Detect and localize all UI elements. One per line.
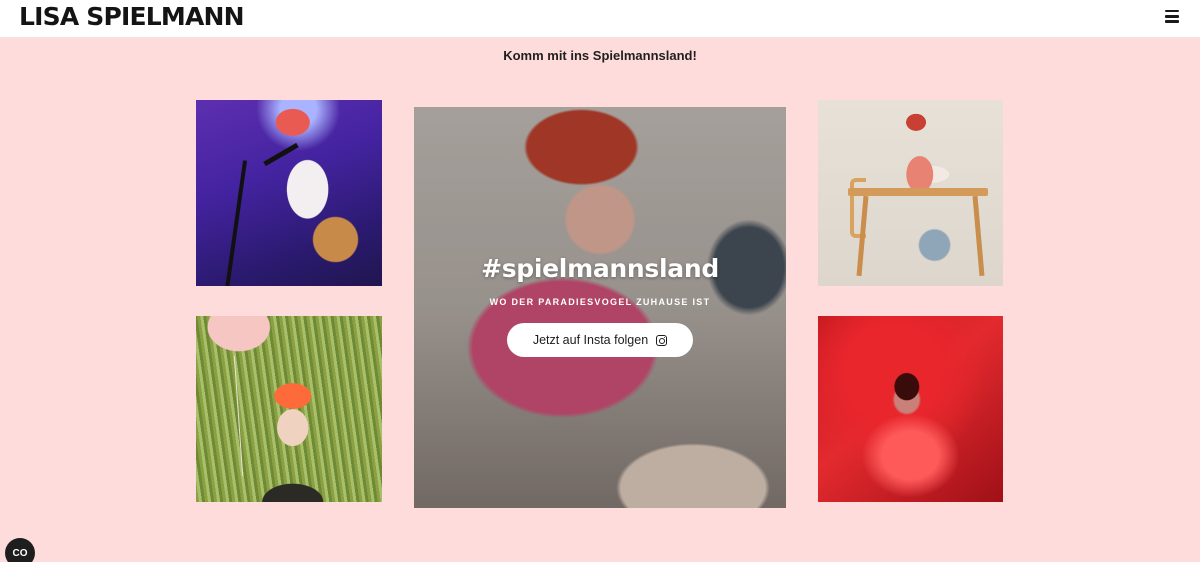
instagram-icon (656, 334, 668, 346)
follow-instagram-label: Jetzt auf Insta folgen (532, 333, 649, 347)
mic-stand (224, 160, 248, 286)
cookie-consent-button[interactable]: CO (5, 538, 35, 562)
cookie-consent-label: CO (12, 548, 28, 559)
hamburger-menu-icon[interactable] (1165, 10, 1181, 24)
menu-bar (1165, 15, 1179, 18)
table-top (848, 188, 988, 196)
site-logo[interactable]: LISA SPIELMANN (19, 2, 245, 32)
page-tagline: Komm mit ins Spielmannsland! (503, 48, 697, 63)
photo-balloon-in-grass (196, 316, 382, 502)
photo-feature-drawing (414, 107, 786, 508)
feature-subtitle: WO DER PARADIESVOGEL ZUHAUSE IST (489, 297, 711, 307)
menu-bar (1165, 10, 1179, 13)
feature-title: #spielmannsland (481, 254, 719, 283)
menu-bar (1165, 20, 1179, 23)
site-header: LISA SPIELMANN (0, 0, 1200, 38)
balloon-string (233, 356, 244, 476)
table-leg (972, 195, 985, 277)
follow-instagram-button[interactable]: Jetzt auf Insta folgen (507, 323, 693, 357)
photo-cake-table (818, 100, 1003, 286)
photo-red-light (818, 316, 1003, 502)
photo-singer-on-stage (196, 100, 382, 286)
microphone (263, 142, 299, 167)
